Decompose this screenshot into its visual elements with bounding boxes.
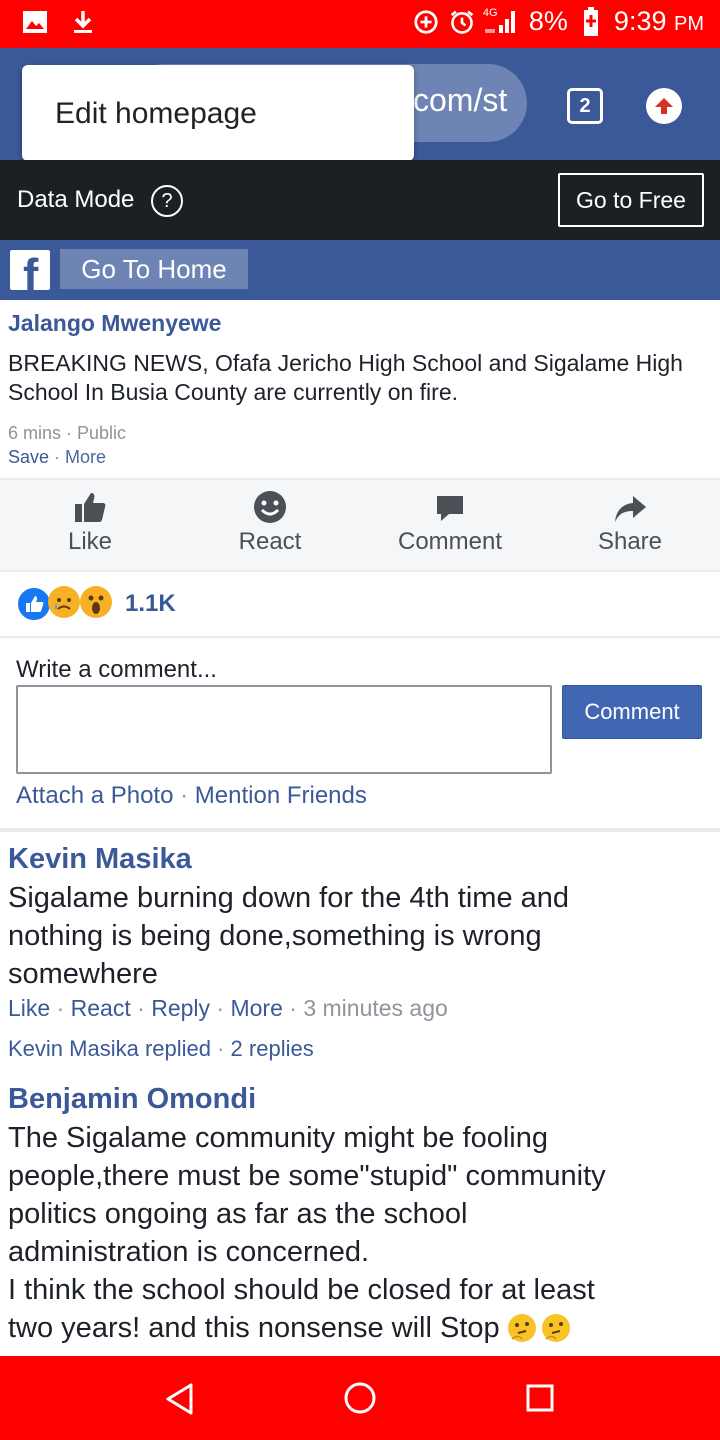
context-menu: Edit homepage (22, 65, 414, 161)
write-comment-label: Write a comment... (16, 656, 217, 683)
save-link[interactable]: Save (8, 447, 49, 467)
divider (0, 828, 720, 832)
upload-icon[interactable] (646, 88, 682, 124)
thumbs-up-icon (0, 490, 180, 524)
go-to-free-button[interactable]: Go to Free (558, 173, 704, 227)
alarm-icon (449, 9, 475, 35)
comment-submit-button[interactable]: Comment (562, 685, 702, 739)
post-links: Save · More (8, 447, 107, 467)
attach-photo-link[interactable]: Attach a Photo (16, 782, 173, 809)
comment-action-button[interactable]: Comment (360, 490, 540, 556)
download-icon (70, 9, 96, 35)
help-icon[interactable]: ? (151, 185, 183, 217)
edit-homepage-item[interactable]: Edit homepage (55, 97, 257, 131)
comment-react-link[interactable]: React (71, 995, 131, 1021)
comment-more-link[interactable]: More (230, 995, 282, 1021)
post-author[interactable]: Jalango Mwenyewe (8, 310, 221, 337)
gallery-icon (22, 9, 48, 35)
smiley-icon (180, 490, 360, 524)
comment-text: Sigalame burning down for the 4th time a… (8, 882, 570, 990)
share-button[interactable]: Share (540, 490, 720, 556)
like-button[interactable]: Like (0, 490, 180, 556)
recents-icon[interactable] (525, 1383, 555, 1418)
replies-link[interactable]: Kevin Masika replied · 2 replies (8, 1036, 314, 1062)
data-saver-icon (413, 9, 439, 35)
facebook-header: f Go To Home (0, 240, 720, 300)
wow-reaction-icon (80, 586, 112, 618)
post-time: 6 mins (8, 423, 62, 443)
url-text: com/st (413, 82, 508, 118)
comment-text: The Sigalame community might be fooling … (8, 1122, 606, 1344)
post-privacy: Public (77, 423, 127, 443)
data-mode-bar: Data Mode ? Go to Free (0, 160, 720, 240)
like-reaction-icon (16, 586, 52, 622)
comment-author[interactable]: Kevin Masika (8, 843, 192, 876)
thinking-emoji-icon (506, 1312, 572, 1344)
mention-friends-link[interactable]: Mention Friends (195, 782, 367, 809)
comment-bubble-icon (360, 490, 540, 524)
battery-charging-icon (578, 6, 604, 36)
reaction-count: 1.1K (125, 590, 176, 617)
tab-count: 2 (579, 94, 591, 117)
post-action-bar: Like React Comment Share (0, 478, 720, 572)
clock: 9:39 PM (613, 6, 704, 36)
comment-input[interactable] (16, 685, 552, 774)
share-arrow-icon (540, 490, 720, 524)
signal-icon: 4G (482, 6, 519, 35)
post-meta: 6 mins · Public (8, 423, 127, 443)
data-mode-label: Data Mode (17, 186, 135, 213)
comment-time: 3 minutes ago (303, 995, 448, 1021)
back-icon[interactable] (163, 1382, 197, 1421)
react-button[interactable]: React (180, 490, 360, 556)
post-text: BREAKING NEWS, Ofafa Jericho High School… (8, 350, 683, 405)
reaction-summary[interactable]: 1.1K (0, 570, 720, 638)
comment-author[interactable]: Benjamin Omondi (8, 1083, 256, 1116)
composer-links: Attach a Photo · Mention Friends (16, 782, 367, 809)
comment-reply-link[interactable]: Reply (151, 995, 210, 1021)
battery-percent: 8% (528, 6, 568, 36)
comment-actions: Like · React · Reply · More · 3 minutes … (8, 995, 448, 1021)
system-nav-bar (0, 1356, 720, 1440)
home-icon[interactable] (343, 1381, 377, 1420)
network-type: 4G (482, 6, 498, 19)
facebook-logo-icon[interactable]: f (10, 250, 50, 290)
more-link[interactable]: More (65, 447, 106, 467)
status-bar: 4G 8% 9:39 PM (0, 0, 720, 48)
comment-like-link[interactable]: Like (8, 995, 50, 1021)
sad-reaction-icon (48, 586, 80, 618)
go-to-home-button[interactable]: Go To Home (60, 249, 248, 289)
tab-switcher-button[interactable]: 2 (567, 88, 603, 124)
